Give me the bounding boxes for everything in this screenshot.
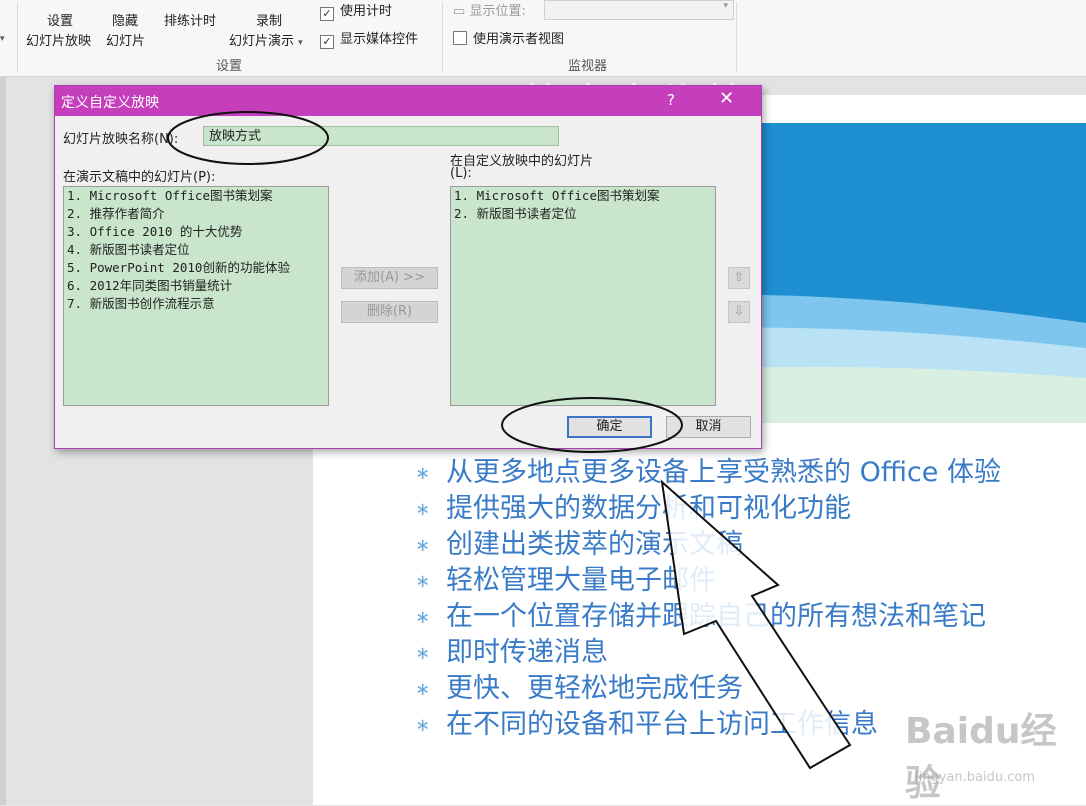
- bullet-item: ∗ 轻松管理大量电子邮件: [415, 563, 1001, 599]
- close-icon[interactable]: ✕: [719, 88, 734, 109]
- available-slides-label: 在演示文稿中的幻灯片(P):: [63, 170, 216, 185]
- show-on-text: 显示位置:: [469, 4, 526, 19]
- baidu-jingyan-watermark: Baidu经验 jingyan.baidu.com: [905, 690, 1075, 804]
- record-label-top[interactable]: 录制: [256, 10, 282, 29]
- bullet-text: 更快、更轻松地完成任务: [446, 673, 743, 704]
- monitor-icon: ▭: [453, 4, 466, 19]
- bullet-item: ∗ 即时传递消息: [415, 635, 1001, 671]
- show-media-label: 显示媒体控件: [340, 32, 419, 47]
- list-item[interactable]: 7. 新版图书创作流程示意: [64, 295, 328, 313]
- ribbon-divider: [442, 2, 443, 72]
- list-item[interactable]: 1. Microsoft Office图书策划案: [64, 187, 328, 205]
- list-item[interactable]: 5. PowerPoint 2010创新的功能体验: [64, 259, 328, 277]
- show-media-controls-checkbox[interactable]: ✓ 显示媒体控件: [320, 28, 418, 49]
- asterisk-bullet-icon: ∗: [415, 643, 431, 664]
- asterisk-bullet-icon: ∗: [415, 535, 431, 556]
- checkbox-unchecked-icon: [453, 31, 467, 45]
- list-item[interactable]: 2. 新版图书读者定位: [451, 205, 715, 223]
- bullet-text: 从更多地点更多设备上享受熟悉的 Office 体验: [446, 457, 1001, 488]
- watermark-url: jingyan.baidu.com: [915, 770, 1035, 785]
- ribbon: ▾ 设置 幻灯片放映 隐藏 幻灯片 排练计时 录制 幻灯片演示 ▾ ✓ 使用计时 …: [0, 0, 1086, 77]
- ribbon-divider: [17, 2, 18, 72]
- ok-button[interactable]: 确定: [567, 416, 652, 438]
- bullet-item: ∗ 从更多地点更多设备上享受熟悉的 Office 体验: [415, 455, 1001, 491]
- ribbon-divider: [736, 2, 737, 72]
- custom-show-slides-label-key: (L):: [450, 166, 472, 181]
- list-item[interactable]: 3. Office 2010 的十大优势: [64, 223, 328, 241]
- help-icon[interactable]: ?: [667, 91, 675, 109]
- checkbox-checked-icon: ✓: [320, 7, 334, 21]
- list-item[interactable]: 6. 2012年同类图书销量统计: [64, 277, 328, 295]
- list-item[interactable]: 2. 推荐作者简介: [64, 205, 328, 223]
- setup-slideshow-label-top[interactable]: 设置: [47, 10, 73, 29]
- show-name-input[interactable]: 放映方式: [203, 126, 559, 146]
- dialog-titlebar[interactable]: 定义自定义放映 ? ✕: [55, 86, 761, 116]
- bullet-text: 提供强大的数据分析和可视化功能: [446, 493, 851, 524]
- asterisk-bullet-icon: ∗: [415, 499, 431, 520]
- asterisk-bullet-icon: ∗: [415, 679, 431, 700]
- asterisk-bullet-icon: ∗: [415, 607, 431, 628]
- chevron-down-icon: ▾: [723, 1, 728, 11]
- bullet-item: ∗ 在一个位置存储并跟踪自己的所有想法和笔记: [415, 599, 1001, 635]
- bullet-text: 在不同的设备和平台上访问工作信息: [446, 709, 878, 740]
- checkbox-checked-icon: ✓: [320, 35, 334, 49]
- presenter-view-checkbox[interactable]: 使用演示者视图: [453, 28, 564, 47]
- watermark-logo: Baidu经验: [905, 711, 1057, 804]
- setup-slideshow-button[interactable]: 幻灯片放映: [26, 30, 91, 49]
- custom-show-slides-list[interactable]: 1. Microsoft Office图书策划案 2. 新版图书读者定位: [450, 186, 716, 406]
- asterisk-bullet-icon: ∗: [415, 463, 431, 484]
- asterisk-bullet-icon: ∗: [415, 715, 431, 736]
- ribbon-scroll-caret[interactable]: ▾: [0, 30, 5, 45]
- use-timings-checkbox[interactable]: ✓ 使用计时: [320, 0, 392, 21]
- use-timings-label: 使用计时: [340, 4, 393, 19]
- move-down-arrow-icon[interactable]: ⇩: [728, 301, 750, 323]
- define-custom-show-dialog: 定义自定义放映 ? ✕ 幻灯片放映名称(N): 放映方式 在演示文稿中的幻灯片(…: [54, 85, 762, 449]
- available-slides-list[interactable]: 1. Microsoft Office图书策划案 2. 推荐作者简介 3. Of…: [63, 186, 329, 406]
- show-name-label: 幻灯片放映名称(N):: [63, 132, 179, 147]
- bullet-text: 即时传递消息: [446, 637, 608, 668]
- hide-slide-button[interactable]: 幻灯片: [106, 30, 145, 49]
- thumbnail-pane-edge[interactable]: [0, 77, 6, 805]
- bullet-text: 在一个位置存储并跟踪自己的所有想法和笔记: [446, 601, 986, 632]
- hide-slide-label-top[interactable]: 隐藏: [112, 10, 138, 29]
- bullet-item: ∗ 提供强大的数据分析和可视化功能: [415, 491, 1001, 527]
- group-label-setup: 设置: [216, 59, 243, 74]
- add-button[interactable]: 添加(A) >>: [341, 267, 438, 289]
- list-item[interactable]: 4. 新版图书读者定位: [64, 241, 328, 259]
- move-up-arrow-icon[interactable]: ⇧: [728, 267, 750, 289]
- record-slideshow-label: 幻灯片演示: [229, 34, 295, 49]
- list-item[interactable]: 1. Microsoft Office图书策划案: [451, 187, 715, 205]
- presenter-view-label: 使用演示者视图: [473, 32, 565, 47]
- remove-button[interactable]: 删除(R): [341, 301, 438, 323]
- cancel-button[interactable]: 取消: [666, 416, 751, 438]
- bullet-text: 创建出类拔萃的演示文稿: [446, 529, 743, 560]
- bullet-item: ∗ 创建出类拔萃的演示文稿: [415, 527, 1001, 563]
- dialog-title: 定义自定义放映: [61, 95, 159, 111]
- show-on-label: ▭ 显示位置:: [453, 0, 526, 19]
- chevron-down-icon: ▾: [298, 38, 303, 48]
- rehearse-timings-button[interactable]: 排练计时: [164, 10, 216, 29]
- monitor-select[interactable]: ▾: [544, 0, 734, 20]
- bullet-text: 轻松管理大量电子邮件: [446, 565, 716, 596]
- record-slideshow-button[interactable]: 幻灯片演示 ▾: [229, 30, 303, 49]
- asterisk-bullet-icon: ∗: [415, 571, 431, 592]
